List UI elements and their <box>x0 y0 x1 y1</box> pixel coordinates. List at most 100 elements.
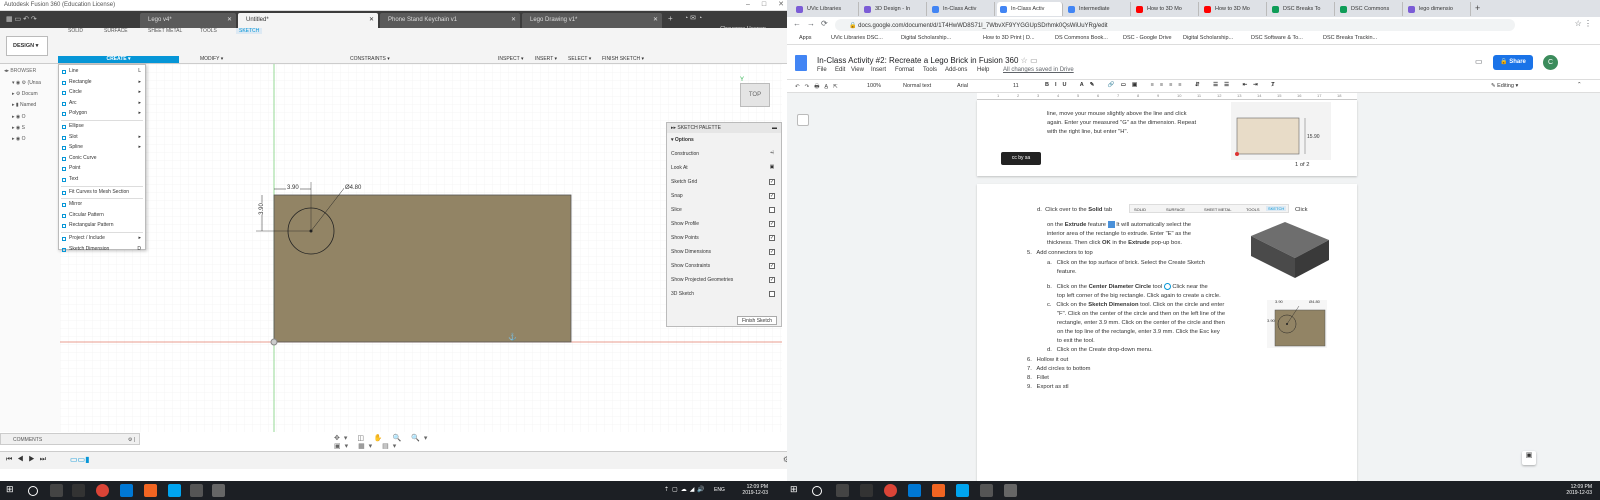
create-menu-item-11[interactable]: Fit Curves to Mesh Section <box>59 188 145 198</box>
docs-menu-add-ons[interactable]: Add-ons <box>945 67 967 73</box>
nav-buttons[interactable]: ←→⟳ <box>793 19 834 28</box>
docs-menu-edit[interactable]: Edit <box>835 67 845 73</box>
docs-menu-file[interactable]: File <box>817 67 827 73</box>
collapse-icon[interactable]: ⌃ <box>1577 82 1582 88</box>
mode-select[interactable]: ✎ Editing ▾ <box>1491 83 1518 89</box>
docs-menu-format[interactable]: Format <box>895 67 914 73</box>
fusion-tab-0[interactable]: Lego v4* ✕ <box>140 13 236 28</box>
skype-icon[interactable] <box>168 484 181 497</box>
create-menu-item-0[interactable]: Line L <box>59 67 145 77</box>
toolbar-tab-solid[interactable]: SOLID <box>68 28 83 34</box>
p1-sketch-image[interactable]: 15.90 <box>1231 102 1331 162</box>
explorer-icon[interactable] <box>72 484 85 497</box>
dimension-horizontal[interactable]: 3.90 <box>286 185 300 191</box>
palette-finish-sketch-button[interactable]: Finish Sketch <box>737 316 777 325</box>
checkbox[interactable]: ✓ <box>769 249 775 255</box>
circle-dimension-image[interactable] <box>1267 300 1327 348</box>
toolbar-tab-tools[interactable]: TOOLS <box>200 28 217 34</box>
look-at-icon[interactable]: ▣ <box>769 165 775 171</box>
fusion-tab-3[interactable]: Lego Drawing v1* ✕ <box>522 13 662 28</box>
taskbar-clock-right[interactable]: 12:09 PM 2019-12-03 <box>1556 484 1592 496</box>
create-menu-item-10[interactable]: Text <box>59 175 145 185</box>
checkbox[interactable] <box>769 291 775 297</box>
browser-row-4[interactable]: ▸ ◉ S <box>12 125 25 131</box>
rectangle-profile[interactable] <box>273 194 572 343</box>
dimension-diameter[interactable]: Ø4.80 <box>344 185 363 191</box>
taskbar-clock-left[interactable]: 12:09 PM 2019-12-03 <box>732 484 768 496</box>
task-view-icon-2[interactable] <box>836 484 849 497</box>
close-icon[interactable]: ✕ <box>369 16 374 23</box>
checkbox[interactable]: ✓ <box>769 235 775 241</box>
create-menu-item-2[interactable]: Circle ▸ <box>59 88 145 98</box>
palette-row-2[interactable]: Sketch Grid ✓ <box>671 179 779 191</box>
format-icons[interactable]: BIU A✎ 🔗▭▣ ≡≡≡≡ ⇵ ☰☰ ⇤⇥ Ⱦ <box>1045 82 1281 88</box>
app-icon-3[interactable] <box>980 484 993 497</box>
ruler[interactable]: 1 2 3 4 5 6 7 8 9 10 11 12 13 14 15 16 17 18 <box>977 93 1357 100</box>
zoom-select[interactable]: 100% <box>867 83 881 89</box>
star-icon[interactable]: ☆ <box>1021 56 1028 65</box>
browser-tab-7[interactable]: DSC Breaks To <box>1269 2 1335 16</box>
checkbox[interactable] <box>769 207 775 213</box>
navigation-bar[interactable]: ✥▾ ◫ ✋ 🔍 🔍▾ ▣▾ ▦▾ ▤▾ <box>334 434 448 450</box>
inspect-group-label[interactable]: INSPECT ▾ <box>498 56 523 62</box>
start-icon-2[interactable]: ⊞ <box>790 484 803 497</box>
browser-tab-6[interactable]: How to 3D Mo <box>1201 2 1267 16</box>
search-icon[interactable] <box>28 486 38 496</box>
start-icon[interactable]: ⊞ <box>6 484 19 497</box>
docs-menu-insert[interactable]: Insert <box>871 67 886 73</box>
browser-label[interactable]: ◂▸ BROWSER <box>4 68 64 77</box>
browser-row-3[interactable]: ▸ ◉ O <box>12 114 26 120</box>
browser-tab-4[interactable]: Intermediate <box>1065 2 1131 16</box>
app-icon-4[interactable] <box>1004 484 1017 497</box>
tab-tools-icons[interactable]: ◔ ✉ ◔ <box>684 14 702 22</box>
explore-button[interactable]: ▣ <box>1522 451 1536 465</box>
system-tray-icons[interactable]: ⇡▢☁◢🔊 <box>664 486 708 493</box>
skype-icon-2[interactable] <box>956 484 969 497</box>
comments-panel[interactable]: COMMENTS ⚙ | <box>0 433 140 445</box>
checkbox[interactable]: ✓ <box>769 193 775 199</box>
fusion-taskbar-icon-2[interactable] <box>932 484 945 497</box>
comments-settings-icon[interactable]: ⚙ | <box>128 437 135 443</box>
checkbox[interactable]: ✓ <box>769 221 775 227</box>
doc-page-1[interactable]: line, move your mouse slightly above the… <box>977 100 1357 176</box>
create-menu-item-15[interactable]: Project / Include ▸ <box>59 234 145 244</box>
checkbox[interactable]: ✓ <box>769 277 775 283</box>
docs-menu-help[interactable]: Help <box>977 67 989 73</box>
dimension-vertical[interactable]: 3.90 <box>258 203 265 215</box>
brick-3d-image[interactable] <box>1247 218 1331 284</box>
palette-row-0[interactable]: Construction ⩤ <box>671 151 779 163</box>
browser-row-5[interactable]: ▸ ◉ O <box>12 136 26 142</box>
chrome-icon[interactable] <box>96 484 109 497</box>
fusion-tab-2[interactable]: Phone Stand Keychain v1 ✕ <box>380 13 520 28</box>
outline-icon[interactable] <box>797 114 809 126</box>
browser-tab-5[interactable]: How to 3D Mo <box>1133 2 1199 16</box>
avatar[interactable]: C <box>1543 55 1558 70</box>
language-indicator[interactable]: ENG <box>714 487 725 493</box>
font-size-select[interactable]: 11 <box>1013 83 1019 89</box>
palette-header[interactable]: ▸▸ SKETCH PALETTE ▬ <box>667 123 781 133</box>
docs-menu-tools[interactable]: Tools <box>923 67 937 73</box>
create-menu-item-12[interactable]: Mirror <box>59 200 145 210</box>
create-menu-item-16[interactable]: Sketch Dimension D <box>59 245 145 255</box>
new-tab-icon[interactable]: + <box>668 14 673 23</box>
create-menu-item-7[interactable]: Spline ▸ <box>59 143 145 153</box>
create-menu-item-14[interactable]: Rectangular Pattern <box>59 221 145 231</box>
fusion-tab-1[interactable]: Untitled* ✕ <box>238 13 378 28</box>
bookmark-6[interactable]: Digital Scholarship... <box>1183 35 1233 41</box>
close-icon[interactable]: ✕ <box>511 16 516 23</box>
fusion-taskbar-icon[interactable] <box>144 484 157 497</box>
browser-row-1[interactable]: ▸ ⚙ Docum <box>12 91 38 97</box>
save-status[interactable]: All changes saved in Drive <box>1003 67 1074 73</box>
constraints-group-label[interactable]: CONSTRAINTS ▾ <box>350 56 390 62</box>
viewcube[interactable]: TOP <box>740 83 770 107</box>
checkbox[interactable]: ✓ <box>769 263 775 269</box>
bookmark-0[interactable]: Apps <box>799 35 812 41</box>
palette-row-5[interactable]: Show Profile ✓ <box>671 221 779 233</box>
timeline-feature-icons[interactable]: ▭▭▮ <box>70 455 90 464</box>
bookmark-2[interactable]: Digital Scholarship... <box>901 35 951 41</box>
undo-redo-print-icons[interactable]: ↶↷🖶A̲⇱ <box>795 83 843 92</box>
palette-row-8[interactable]: Show Constraints ✓ <box>671 263 779 275</box>
create-group-label[interactable]: CREATE ▾ <box>58 56 179 63</box>
palette-collapse-icon[interactable]: ▬ <box>772 125 777 131</box>
bookmark-4[interactable]: DS Commons Book... <box>1055 35 1108 41</box>
